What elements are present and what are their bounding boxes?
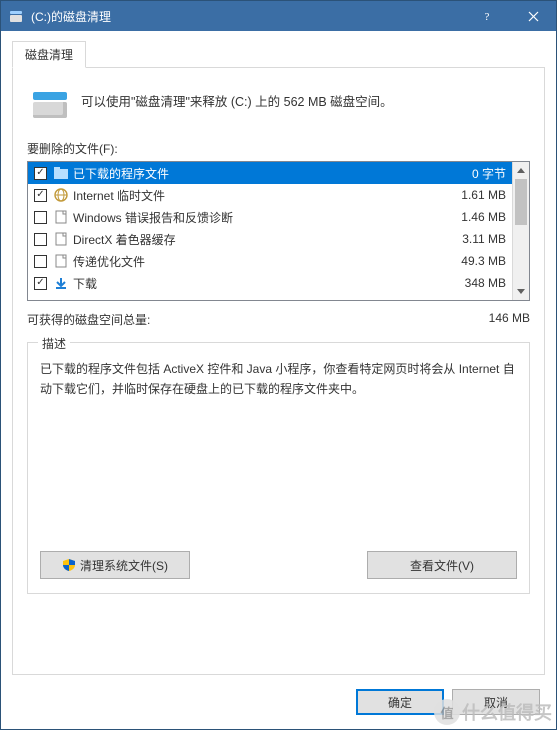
tab-disk-cleanup[interactable]: 磁盘清理 xyxy=(12,41,86,68)
file-icon xyxy=(53,209,69,225)
clean-system-files-label: 清理系统文件(S) xyxy=(80,557,168,574)
description-group: 描述 已下载的程序文件包括 ActiveX 控件和 Java 小程序，你查看特定… xyxy=(27,342,530,594)
list-item-size: 3.11 MB xyxy=(454,232,506,246)
list-item[interactable]: ✓ Internet 临时文件 1.61 MB xyxy=(28,184,512,206)
dialog-window: (C:)的磁盘清理 ? 磁盘清理 可以使用"磁盘清理"来释放 (C:) 上的 5… xyxy=(0,0,557,730)
close-button[interactable] xyxy=(510,1,556,31)
files-to-delete-label: 要删除的文件(F): xyxy=(27,140,530,157)
tab-panel: 可以使用"磁盘清理"来释放 (C:) 上的 562 MB 磁盘空间。 要删除的文… xyxy=(12,67,545,675)
checkbox-icon[interactable]: ✓ xyxy=(34,277,47,290)
scroll-down-button[interactable] xyxy=(513,283,529,300)
help-icon: ? xyxy=(481,10,493,22)
scroll-thumb[interactable] xyxy=(515,179,527,225)
tabstrip: 磁盘清理 xyxy=(12,41,545,67)
files-listbox-inner: ✓ 已下载的程序文件 0 字节 ✓ Internet 临时文件 1.6 xyxy=(28,162,512,300)
total-label: 可获得的磁盘空间总量: xyxy=(27,311,150,328)
download-icon xyxy=(53,275,69,291)
list-item-size: 1.61 MB xyxy=(453,188,506,202)
watermark: 值 什么值得买 xyxy=(434,699,552,725)
file-icon xyxy=(53,253,69,269)
list-item-size: 1.46 MB xyxy=(453,210,506,224)
list-item[interactable]: ✓ 已下载的程序文件 0 字节 xyxy=(28,162,512,184)
list-item[interactable]: 传递优化文件 49.3 MB xyxy=(28,250,512,272)
intro-text: 可以使用"磁盘清理"来释放 (C:) 上的 562 MB 磁盘空间。 xyxy=(81,88,393,112)
scrollbar[interactable] xyxy=(512,162,529,300)
drive-icon xyxy=(31,88,69,122)
group-button-row: 清理系统文件(S) 查看文件(V) xyxy=(40,551,517,579)
disk-cleanup-icon xyxy=(9,8,25,24)
list-item-name: 传递优化文件 xyxy=(73,253,453,270)
list-item[interactable]: ✓ 下载 348 MB xyxy=(28,272,512,294)
scroll-track[interactable] xyxy=(513,179,529,283)
list-item-size: 49.3 MB xyxy=(453,254,506,268)
file-icon xyxy=(53,231,69,247)
close-icon xyxy=(528,11,539,22)
ok-button[interactable]: 确定 xyxy=(356,689,444,715)
total-row: 可获得的磁盘空间总量: 146 MB xyxy=(27,311,530,328)
view-files-label: 查看文件(V) xyxy=(410,557,474,574)
list-item-name: DirectX 着色器缓存 xyxy=(73,231,454,248)
help-button[interactable]: ? xyxy=(464,1,510,31)
description-text: 已下载的程序文件包括 ActiveX 控件和 Java 小程序，你查看特定网页时… xyxy=(40,359,517,400)
chevron-down-icon xyxy=(517,289,525,294)
ok-label: 确定 xyxy=(388,694,412,711)
folder-icon xyxy=(53,165,69,181)
list-item-name: Internet 临时文件 xyxy=(73,187,453,204)
total-value: 146 MB xyxy=(489,311,530,328)
checkbox-icon[interactable] xyxy=(34,233,47,246)
scroll-up-button[interactable] xyxy=(513,162,529,179)
list-item-name: 已下载的程序文件 xyxy=(73,165,464,182)
view-files-button[interactable]: 查看文件(V) xyxy=(367,551,517,579)
intro-row: 可以使用"磁盘清理"来释放 (C:) 上的 562 MB 磁盘空间。 xyxy=(27,88,530,122)
globe-icon xyxy=(53,187,69,203)
watermark-text: 什么值得买 xyxy=(462,699,552,725)
list-item-size: 348 MB xyxy=(457,276,506,290)
list-item-size: 0 字节 xyxy=(464,165,506,182)
shield-icon xyxy=(62,558,76,572)
chevron-up-icon xyxy=(517,168,525,173)
watermark-badge: 值 xyxy=(434,699,460,725)
svg-text:?: ? xyxy=(485,11,490,22)
description-legend: 描述 xyxy=(38,335,70,352)
list-item[interactable]: Windows 错误报告和反馈诊断 1.46 MB xyxy=(28,206,512,228)
list-item-name: 下载 xyxy=(73,275,457,292)
checkbox-icon[interactable]: ✓ xyxy=(34,167,47,180)
window-title: (C:)的磁盘清理 xyxy=(31,8,111,25)
list-item[interactable]: DirectX 着色器缓存 3.11 MB xyxy=(28,228,512,250)
files-listbox[interactable]: ✓ 已下载的程序文件 0 字节 ✓ Internet 临时文件 1.6 xyxy=(27,161,530,301)
checkbox-icon[interactable] xyxy=(34,211,47,224)
client-area: 磁盘清理 可以使用"磁盘清理"来释放 (C:) 上的 562 MB 磁盘空间。 … xyxy=(1,31,556,729)
checkbox-icon[interactable]: ✓ xyxy=(34,189,47,202)
list-item-name: Windows 错误报告和反馈诊断 xyxy=(73,209,453,226)
checkbox-icon[interactable] xyxy=(34,255,47,268)
titlebar[interactable]: (C:)的磁盘清理 ? xyxy=(1,1,556,31)
clean-system-files-button[interactable]: 清理系统文件(S) xyxy=(40,551,190,579)
